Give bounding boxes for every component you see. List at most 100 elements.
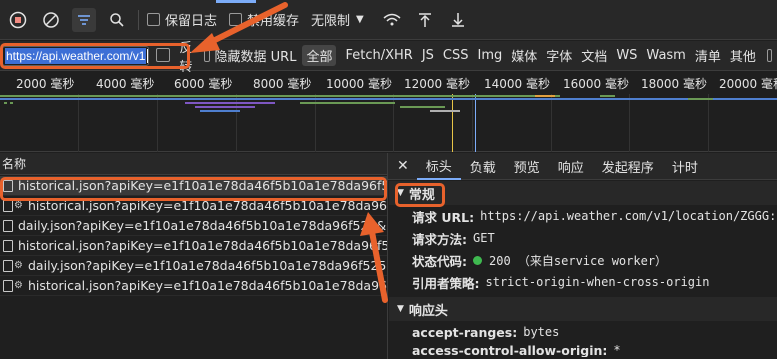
close-icon[interactable]: ✕ [388, 158, 417, 174]
filter-icon[interactable] [72, 7, 96, 32]
accept-ranges-value: bytes [523, 325, 560, 339]
document-icon [3, 219, 13, 232]
request-name: daily.json?apiKey=e1f10a1e78da46f5b10a1e… [18, 218, 388, 233]
panel-splitter[interactable] [387, 153, 388, 359]
waterfall-bar [4, 102, 7, 104]
headers-panel: ▼ 常规 请求 URL: https://api.weather.com/v1/… [389, 181, 777, 359]
waterfall-bar [200, 110, 240, 112]
grid-line [708, 94, 709, 152]
type-filter-img[interactable]: Img [478, 48, 503, 63]
referrer-policy-value: strict-origin-when-cross-origin [485, 275, 710, 289]
tick-label: 8000 毫秒 [253, 77, 312, 91]
status-ok-icon [473, 255, 482, 265]
tab-headers[interactable]: 标头 [416, 153, 461, 180]
name-column-header: 名称 [2, 157, 27, 171]
waterfall-bar [0, 98, 777, 100]
tab-preview[interactable]: 预览 [505, 153, 549, 180]
tab-timing[interactable]: 计时 [663, 153, 707, 180]
type-filter-media[interactable]: 媒体 [511, 46, 537, 65]
network-toolbar: 保留日志 禁用缓存 无限制 ▼ [0, 0, 777, 40]
tick-label: 4000 毫秒 [96, 77, 155, 91]
tick-label: 2000 毫秒 [16, 77, 75, 91]
response-headers-title: 响应头 [408, 303, 448, 319]
accept-ranges-key: accept-ranges: [412, 324, 518, 340]
hide-data-url-checkbox[interactable] [204, 49, 210, 62]
tab-response[interactable]: 响应 [549, 153, 593, 180]
type-filter-js[interactable]: JS [422, 48, 434, 63]
acao-key: access-control-allow-origin: [412, 343, 608, 357]
service-worker-gear-icon: ⚙ [14, 280, 23, 291]
type-filter-manifest[interactable]: 清单 [695, 46, 721, 65]
waterfall-bar [185, 102, 275, 104]
type-filter-doc[interactable]: 文档 [581, 46, 607, 65]
waterfall-bar [535, 95, 555, 97]
request-name: historical.json?apiKey=e1f10a1e78da46f5b… [28, 278, 388, 293]
grid-line [551, 94, 552, 152]
disable-cache-checkbox[interactable] [229, 13, 243, 26]
details-tabbar: ✕ 标头 负载 预览 响应 发起程序 计时 [388, 153, 777, 180]
preserve-log-label: 保留日志 [165, 14, 218, 29]
type-filter-fetch-xhr[interactable]: Fetch/XHR [345, 48, 412, 63]
upload-icon[interactable] [413, 8, 437, 32]
general-section-header[interactable]: ▼ 常规 [389, 181, 777, 205]
type-filter-ws[interactable]: WS [616, 48, 637, 63]
status-code-row: 状态代码: 200 （来自service worker） [389, 249, 777, 271]
download-icon[interactable] [446, 8, 470, 32]
tick-label: 16000 毫秒 [563, 77, 629, 91]
type-filter-other[interactable]: 其他 [730, 46, 756, 65]
accept-ranges-row: accept-ranges: bytes [389, 321, 777, 343]
filter-highlight-annotation [0, 43, 190, 69]
request-url-value: https://api.weather.com/v1/location/ZGGG… [480, 209, 777, 223]
triangle-down-icon: ▼ [397, 304, 404, 314]
request-row[interactable]: ⚙ historical.json?apiKey=e1f10a1e78da46f… [0, 276, 388, 296]
tick-label: 10000 毫秒 [326, 77, 392, 91]
referrer-policy-row: 引用者策略: strict-origin-when-cross-origin [389, 271, 777, 293]
request-method-key: 请求方法: [412, 231, 467, 247]
throttle-select[interactable]: 无限制 [311, 10, 350, 29]
waterfall-bar [195, 106, 255, 108]
type-filter-wasm[interactable]: Wasm [646, 48, 685, 63]
tick-label: 18000 毫秒 [641, 77, 707, 91]
request-name: daily.json?apiKey=e1f10a1e78da46f5b10a1e… [28, 258, 388, 273]
clear-icon[interactable] [39, 8, 63, 32]
disable-cache-label: 禁用缓存 [247, 14, 300, 29]
more-filters-checkbox[interactable] [766, 49, 772, 62]
load-marker [475, 94, 476, 152]
type-filter-all[interactable]: 全部 [302, 45, 337, 66]
chevron-down-icon[interactable]: ▼ [356, 14, 364, 25]
request-list-header[interactable]: 名称 [0, 153, 388, 175]
tick-label: 6000 毫秒 [174, 77, 233, 91]
request-url-row: 请求 URL: https://api.weather.com/v1/locat… [389, 205, 777, 227]
request-row[interactable]: historical.json?apiKey=e1f10a1e78da46f5b… [0, 236, 388, 256]
waterfall-bar [430, 110, 460, 112]
type-filter-font[interactable]: 字体 [546, 46, 572, 65]
general-section-highlight-annotation [395, 183, 445, 207]
grid-line [629, 94, 630, 152]
timeline-overview[interactable]: 2000 毫秒 4000 毫秒 6000 毫秒 8000 毫秒 10000 毫秒… [0, 72, 777, 152]
status-code-value: 200 （来自service worker） [489, 253, 668, 268]
type-filter-css[interactable]: CSS [443, 48, 469, 63]
dom-content-loaded-marker [452, 94, 453, 152]
preserve-log-checkbox[interactable] [147, 13, 160, 26]
record-stop-icon[interactable] [6, 8, 30, 32]
search-icon[interactable] [105, 8, 129, 32]
grid-line [472, 94, 473, 152]
request-url-key: 请求 URL: [412, 209, 475, 225]
request-row[interactable]: ⚙ daily.json?apiKey=e1f10a1e78da46f5b10a… [0, 256, 388, 276]
wifi-settings-icon[interactable] [380, 8, 404, 32]
tab-initiator[interactable]: 发起程序 [593, 153, 663, 180]
waterfall-bar [688, 98, 713, 100]
request-method-row: 请求方法: GET [389, 227, 777, 249]
document-icon [3, 199, 13, 212]
request-list: historical.json?apiKey=e1f10a1e78da46f5b… [0, 176, 388, 359]
document-icon [3, 259, 13, 272]
document-icon [3, 239, 13, 252]
selected-row-highlight-annotation [0, 177, 387, 201]
tick-label: 14000 毫秒 [484, 77, 550, 91]
request-row[interactable]: daily.json?apiKey=e1f10a1e78da46f5b10a1e… [0, 216, 388, 236]
response-headers-section-header[interactable]: ▼ 响应头 [389, 297, 777, 321]
acao-row: access-control-allow-origin: * [389, 343, 777, 357]
throttle-value: 无限制 [311, 14, 351, 29]
status-code-key: 状态代码: [412, 253, 467, 269]
tab-payload[interactable]: 负载 [461, 153, 505, 180]
